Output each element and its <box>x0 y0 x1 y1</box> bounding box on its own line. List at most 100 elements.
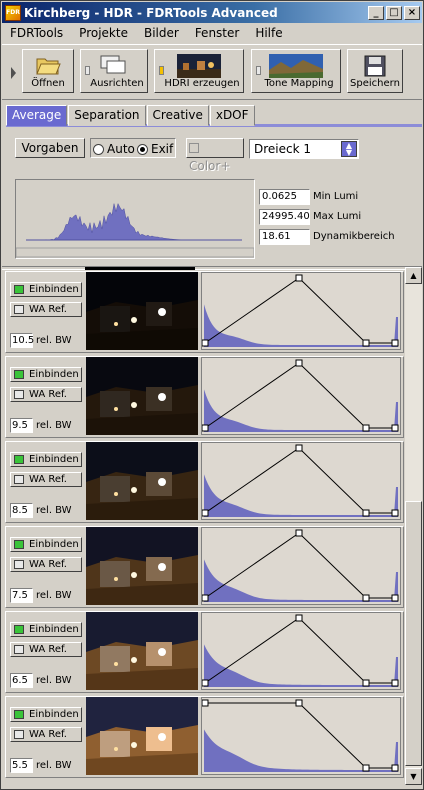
scroll-down-icon[interactable]: ▼ <box>405 768 422 785</box>
weighting-curve[interactable] <box>201 697 401 775</box>
menu-bilder[interactable]: Bilder <box>136 26 187 40</box>
wa-ref-toggle[interactable]: WA Ref. <box>10 302 82 317</box>
curve-handle[interactable] <box>295 529 303 537</box>
align-label: Ausrichten <box>90 78 144 89</box>
rel-bw-value[interactable]: 5.5 <box>10 758 33 773</box>
curve-handle[interactable] <box>201 509 209 517</box>
curve-handle[interactable] <box>201 594 209 602</box>
tab-separation[interactable]: Separation <box>68 105 146 126</box>
rel-bw-label: rel. BW <box>36 760 72 771</box>
menu-fdrtools[interactable]: FDRTools <box>2 26 71 40</box>
min-lumi-value: 0.0625 <box>259 189 310 205</box>
curve-handle[interactable] <box>295 444 303 452</box>
curve-handle[interactable] <box>295 274 303 282</box>
scroll-up-icon[interactable]: ▲ <box>405 267 422 284</box>
tab-xdof[interactable]: xDOF <box>209 105 255 126</box>
save-button[interactable]: Speichern <box>347 49 403 93</box>
curve-handle[interactable] <box>295 614 303 622</box>
rel-bw-value[interactable]: 7.5 <box>10 588 33 603</box>
vertical-scrollbar[interactable]: ▲ ▼ <box>405 267 422 785</box>
curve-handle[interactable] <box>295 359 303 367</box>
auto-radio-label: Auto <box>107 142 135 156</box>
curve-handle[interactable] <box>391 339 399 347</box>
einbinden-led <box>14 625 24 634</box>
rel-bw-value[interactable]: 8.5 <box>10 503 33 518</box>
floppy-disk-icon <box>364 55 386 77</box>
curve-handle[interactable] <box>362 764 370 772</box>
exif-radio-dot <box>137 143 148 155</box>
exif-radio[interactable]: Exif <box>137 142 173 156</box>
vorgaben-button[interactable]: Vorgaben <box>15 138 85 158</box>
toolbar-grip-icon[interactable] <box>11 67 16 79</box>
einbinden-label: Einbinden <box>29 624 79 635</box>
curve-handle[interactable] <box>201 679 209 687</box>
weighting-curve[interactable] <box>201 357 401 435</box>
maximize-button[interactable]: □ <box>386 5 402 20</box>
einbinden-toggle[interactable]: Einbinden <box>10 452 82 467</box>
exif-radio-label: Exif <box>151 142 174 156</box>
einbinden-toggle[interactable]: Einbinden <box>10 282 82 297</box>
curve-handle[interactable] <box>362 424 370 432</box>
curve-handle[interactable] <box>391 509 399 517</box>
curve-handle[interactable] <box>391 594 399 602</box>
curve-handle[interactable] <box>362 594 370 602</box>
einbinden-toggle[interactable]: Einbinden <box>10 622 82 637</box>
open-button[interactable]: Öffnen <box>22 49 74 93</box>
splitter[interactable] <box>2 266 422 270</box>
preset-select-value: Dreieck 1 <box>254 142 312 156</box>
title-bar[interactable]: FDR Kirchberg - HDR - FDRTools Advanced … <box>2 2 422 23</box>
minimize-button[interactable]: _ <box>368 5 384 20</box>
tab-average[interactable]: Average <box>6 105 68 126</box>
tonemap-button[interactable]: Tone Mapping <box>251 49 341 93</box>
curve-handle[interactable] <box>362 679 370 687</box>
rel-bw-value[interactable]: 9.5 <box>10 418 33 433</box>
updown-arrow-icon[interactable]: ▲ ▼ <box>341 141 357 157</box>
curve-handle[interactable] <box>391 764 399 772</box>
curve-handle[interactable] <box>201 339 209 347</box>
preset-select[interactable]: Dreieck 1 ▲ ▼ <box>249 139 359 159</box>
weighting-curve[interactable] <box>201 272 401 350</box>
align-button[interactable]: Ausrichten <box>80 49 148 93</box>
wa-ref-toggle[interactable]: WA Ref. <box>10 387 82 402</box>
wa-ref-toggle[interactable]: WA Ref. <box>10 727 82 742</box>
tonemap-label: Tone Mapping <box>264 78 334 89</box>
weighting-curve[interactable] <box>201 527 401 605</box>
curve-handle[interactable] <box>391 424 399 432</box>
einbinden-toggle[interactable]: Einbinden <box>10 537 82 552</box>
einbinden-toggle[interactable]: Einbinden <box>10 367 82 382</box>
wa-ref-toggle[interactable]: WA Ref. <box>10 642 82 657</box>
night-scene-image <box>86 357 198 435</box>
curve-handle[interactable] <box>391 679 399 687</box>
close-button[interactable]: × <box>404 5 420 20</box>
menu-hilfe[interactable]: Hilfe <box>247 26 290 40</box>
weighting-curve[interactable] <box>201 442 401 520</box>
curve-handle[interactable] <box>362 509 370 517</box>
splitter-handle[interactable] <box>85 267 195 270</box>
tab-bar: Average Separation Creative xDOF <box>6 105 422 127</box>
menu-projekte[interactable]: Projekte <box>71 26 136 40</box>
curve-handle[interactable] <box>362 339 370 347</box>
rel-bw-value[interactable]: 10.5 <box>10 333 34 348</box>
app-icon: FDR <box>5 4 21 21</box>
tab-creative[interactable]: Creative <box>146 105 209 126</box>
hdri-label: HDRI erzeugen <box>164 78 240 89</box>
weighting-curve[interactable] <box>201 612 401 690</box>
menu-fenster[interactable]: Fenster <box>187 26 248 40</box>
einbinden-led <box>14 285 24 294</box>
curve-handle[interactable] <box>201 699 209 707</box>
hdri-photo-icon <box>177 54 221 78</box>
exposure-list: Einbinden WA Ref. 10.5 rel. BW Einbinden… <box>5 271 404 785</box>
wa-ref-toggle[interactable]: WA Ref. <box>10 557 82 572</box>
rel-bw-value[interactable]: 6.5 <box>10 673 33 688</box>
curve-handle[interactable] <box>295 699 303 707</box>
curve-graph <box>201 528 400 604</box>
mode-radio-group: Auto Exif <box>90 138 176 158</box>
hdri-button[interactable]: HDRI erzeugen <box>154 49 244 93</box>
wa-ref-toggle[interactable]: WA Ref. <box>10 472 82 487</box>
einbinden-toggle[interactable]: Einbinden <box>10 707 82 722</box>
auto-radio[interactable]: Auto <box>93 142 135 156</box>
exposure-row: Einbinden WA Ref. 5.5 rel. BW <box>5 696 404 778</box>
scroll-thumb[interactable] <box>405 501 422 766</box>
curve-handle[interactable] <box>201 424 209 432</box>
einbinden-label: Einbinden <box>29 709 79 720</box>
